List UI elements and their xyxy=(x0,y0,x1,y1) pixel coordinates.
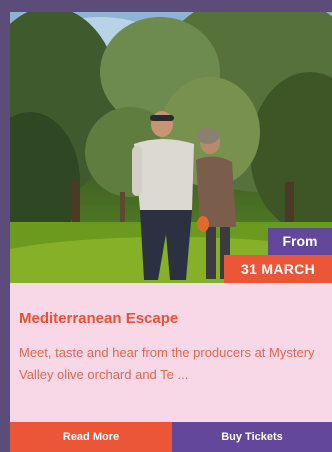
buy-tickets-button[interactable]: Buy Tickets xyxy=(172,422,332,452)
event-card: From 31 MARCH Mediterranean Escape Meet,… xyxy=(10,12,332,452)
event-photo: From 31 MARCH xyxy=(10,12,332,283)
date-badge-prefix: From xyxy=(268,228,332,255)
event-title[interactable]: Mediterranean Escape xyxy=(19,310,319,328)
date-badge: 31 MARCH xyxy=(224,255,332,283)
page-background: From 31 MARCH Mediterranean Escape Meet,… xyxy=(0,0,332,452)
event-description: Meet, taste and hear from the producers … xyxy=(19,345,315,382)
read-more-button[interactable]: Read More xyxy=(10,422,172,452)
